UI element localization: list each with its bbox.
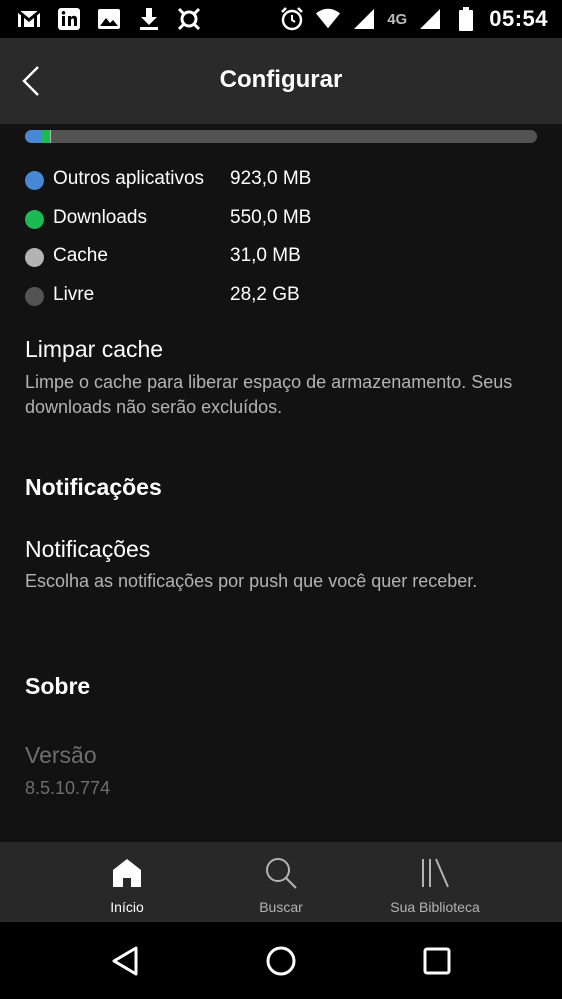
storage-segment-outros-aplicativos [25, 130, 41, 143]
settings-content[interactable]: Outros aplicativos 923,0 MB Downloads 550,0… [0, 124, 562, 842]
legend-value: 550,0 MB [230, 206, 312, 228]
notifications-item-title[interactable]: Notificações [25, 536, 150, 563]
notifications-heading: Notificações [25, 474, 162, 500]
clear-cache-description: Limpe o cache para liberar espaço de arm… [25, 372, 513, 417]
storage-segment-livre [50, 130, 537, 143]
signal-icon [417, 6, 443, 32]
notifications-item-description: Escolha as notificações por push que voc… [25, 571, 478, 591]
legend-row: Downloads 550,0 MB [25, 207, 537, 246]
tab-home-label: Início [110, 899, 144, 915]
battery-icon [453, 6, 479, 32]
circle-home-icon [266, 946, 296, 976]
storage-legend: Outros aplicativos 923,0 MB Downloads 550,0… [25, 168, 537, 322]
tab-search[interactable]: Buscar [211, 842, 351, 922]
nav-back-button[interactable] [104, 940, 146, 982]
tab-library[interactable]: Sua Biblioteca [365, 842, 505, 922]
alarm-icon [279, 6, 305, 32]
legend-row: Outros aplicativos 923,0 MB [25, 168, 537, 207]
storage-segment-downloads [40, 130, 51, 143]
notification-icons [16, 6, 202, 32]
legend-label: Downloads [53, 206, 147, 228]
nav-recents-button[interactable] [416, 940, 458, 982]
legend-dot-icon [25, 248, 44, 267]
home-icon [113, 859, 141, 887]
legend-row: Livre 28,2 GB [25, 284, 537, 323]
tab-search-label: Buscar [259, 899, 303, 915]
system-navigation-bar [0, 922, 562, 999]
search-icon [266, 858, 297, 889]
page-title: Configurar [219, 66, 343, 93]
legend-label: Livre [53, 283, 95, 305]
app-header: Configurar [0, 38, 562, 124]
tab-library-label: Sua Biblioteca [390, 899, 480, 915]
tab-home[interactable]: Início [57, 842, 197, 922]
storage-usage-bar [25, 130, 537, 143]
clock: 05:54 [489, 6, 548, 31]
legend-value: 28,2 GB [230, 283, 300, 305]
linkedin-icon [56, 6, 82, 32]
about-heading: Sobre [25, 673, 91, 699]
signal-icon [351, 6, 377, 32]
version-value: 8.5.10.774 [25, 778, 111, 798]
download-icon [136, 6, 162, 32]
legend-dot-icon [25, 286, 44, 306]
nav-home-button[interactable] [260, 940, 302, 982]
legend-value: 31,0 MB [230, 245, 301, 266]
status-bar: 4G 05:54 [0, 0, 562, 38]
legend-value: 923,0 MB [230, 168, 312, 189]
gallery-icon [96, 6, 122, 32]
legend-dot-icon [25, 209, 44, 229]
system-status: 4G 05:54 [279, 6, 548, 32]
version-title: Versão [25, 742, 97, 768]
wifi-icon [315, 6, 341, 32]
legend-row: Cache 31,0 MB [25, 245, 537, 284]
square-recents-icon [423, 947, 451, 975]
library-icon [422, 858, 449, 888]
legend-label: Cache [53, 245, 108, 266]
gmail-icon [16, 6, 42, 32]
app-icon [176, 6, 202, 32]
legend-dot-icon [25, 171, 44, 190]
legend-label: Outros aplicativos [53, 168, 205, 189]
triangle-back-icon [112, 946, 138, 976]
clear-cache-title[interactable]: Limpar cache [25, 336, 163, 363]
bottom-tab-bar: Início Buscar Sua Biblioteca [0, 842, 562, 922]
network-type-label: 4G [387, 10, 408, 28]
